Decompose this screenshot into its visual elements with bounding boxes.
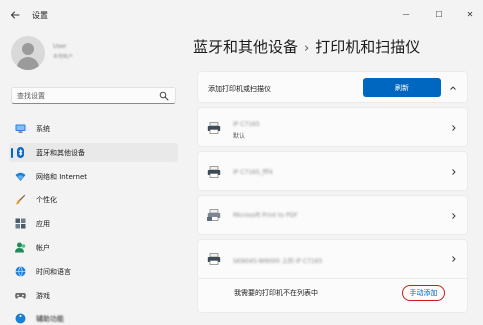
close-icon: ✕ [466,9,474,19]
printer-name: SKN045-W9000 上的 iP C7165 [233,258,323,265]
sidebar-item-bluetooth[interactable]: 蓝牙和其他设备 [9,143,178,162]
search-input[interactable] [17,90,157,102]
sidebar-item-apps[interactable]: 应用 [9,214,178,233]
back-button[interactable] [8,8,22,22]
printer-item[interactable]: SKN045-W9000 上的 iP C7165 [198,240,469,278]
sidebar-item-label: 个性化 [36,196,57,204]
search-box[interactable] [11,87,176,104]
page-title: 打印机和扫描仪 [315,38,421,56]
not-listed-label: 我需要的打印机不在列表中 [234,289,318,297]
printer-icon [207,253,221,265]
accessibility-icon [15,313,26,324]
sidebar-item-label: 蓝牙和其他设备 [36,149,85,157]
pdf-printer-icon [207,209,221,221]
breadcrumb-parent[interactable]: 蓝牙和其他设备 [193,38,298,56]
sidebar-item-time-language[interactable]: 时间和语言 [9,262,178,281]
sidebar-item-personalization[interactable]: 个性化 [9,190,178,209]
sidebar-item-label: 帐户 [36,244,50,252]
wifi-icon [15,172,26,181]
user-email: 本地帐户 [53,54,74,60]
chevron-right-icon [452,256,456,262]
close-button[interactable]: ✕ [462,6,478,22]
chevron-right-icon [452,213,456,219]
sidebar-item-system[interactable]: 系统 [9,119,178,138]
avatar-body [17,57,39,70]
divider [198,278,469,279]
active-indicator [11,148,13,158]
breadcrumb: 蓝牙和其他设备 › 打印机和扫描仪 [193,36,420,57]
sidebar-item-gaming[interactable]: 游戏 [9,286,178,305]
monitor-icon [15,124,26,133]
sidebar-item-label: 系统 [36,125,50,133]
chevron-up-icon[interactable] [449,84,457,92]
sidebar-item-network[interactable]: 网络和 Internet [9,167,178,186]
refresh-button[interactable]: 刷新 [363,78,441,97]
user-name: User [53,43,67,50]
printer-icon [207,166,221,178]
printer-icon [207,122,221,134]
breadcrumb-separator: › [304,41,310,56]
maximize-icon: ☐ [435,9,443,19]
add-printer-label: 添加打印机或扫描仪 [208,85,271,93]
sidebar-item-label: 时间和语言 [36,268,71,276]
globe-icon [15,266,26,277]
gamepad-icon [15,293,26,299]
minimize-button[interactable]: — [398,6,414,22]
apps-icon [15,218,26,229]
arrow-left-icon [10,11,20,19]
printer-name: iP C7165 [233,121,260,128]
sidebar-item-label: 应用 [36,220,50,228]
add-printer-card: 添加打印机或扫描仪 刷新 [197,71,468,103]
printer-item[interactable]: Microsoft Print to PDF [197,195,468,235]
avatar[interactable] [11,36,45,70]
minimize-icon: — [402,10,410,18]
title-bar: 设置 — ☐ ✕ [0,0,483,30]
account-icon [15,242,26,253]
sidebar-item-label: 辅助功能 [36,315,64,323]
brush-icon [16,194,26,205]
printer-item[interactable]: iP C7165 默认 [197,107,468,147]
app-title: 设置 [32,11,48,20]
printer-status: 默认 [233,133,246,140]
add-manually-link[interactable]: 手动添加 [402,285,445,301]
sidebar-item-accounts[interactable]: 帐户 [9,238,178,257]
printer-item[interactable]: iP C7165_fff4 [197,151,468,191]
sidebar-item-accessibility[interactable]: 辅助功能 [9,309,178,325]
printer-item-expanded: SKN045-W9000 上的 iP C7165 我需要的打印机不在列表中 手动… [197,239,469,313]
search-icon[interactable] [159,91,169,101]
chevron-right-icon [452,169,456,175]
chevron-right-icon [452,125,456,131]
avatar-head [22,43,34,55]
sidebar-item-label: 游戏 [36,292,50,300]
printer-name: iP C7165_fff4 [233,169,273,176]
bluetooth-icon [17,147,24,158]
printer-name: Microsoft Print to PDF [233,212,298,219]
maximize-button[interactable]: ☐ [431,6,447,22]
sidebar-item-label: 网络和 Internet [36,173,88,181]
